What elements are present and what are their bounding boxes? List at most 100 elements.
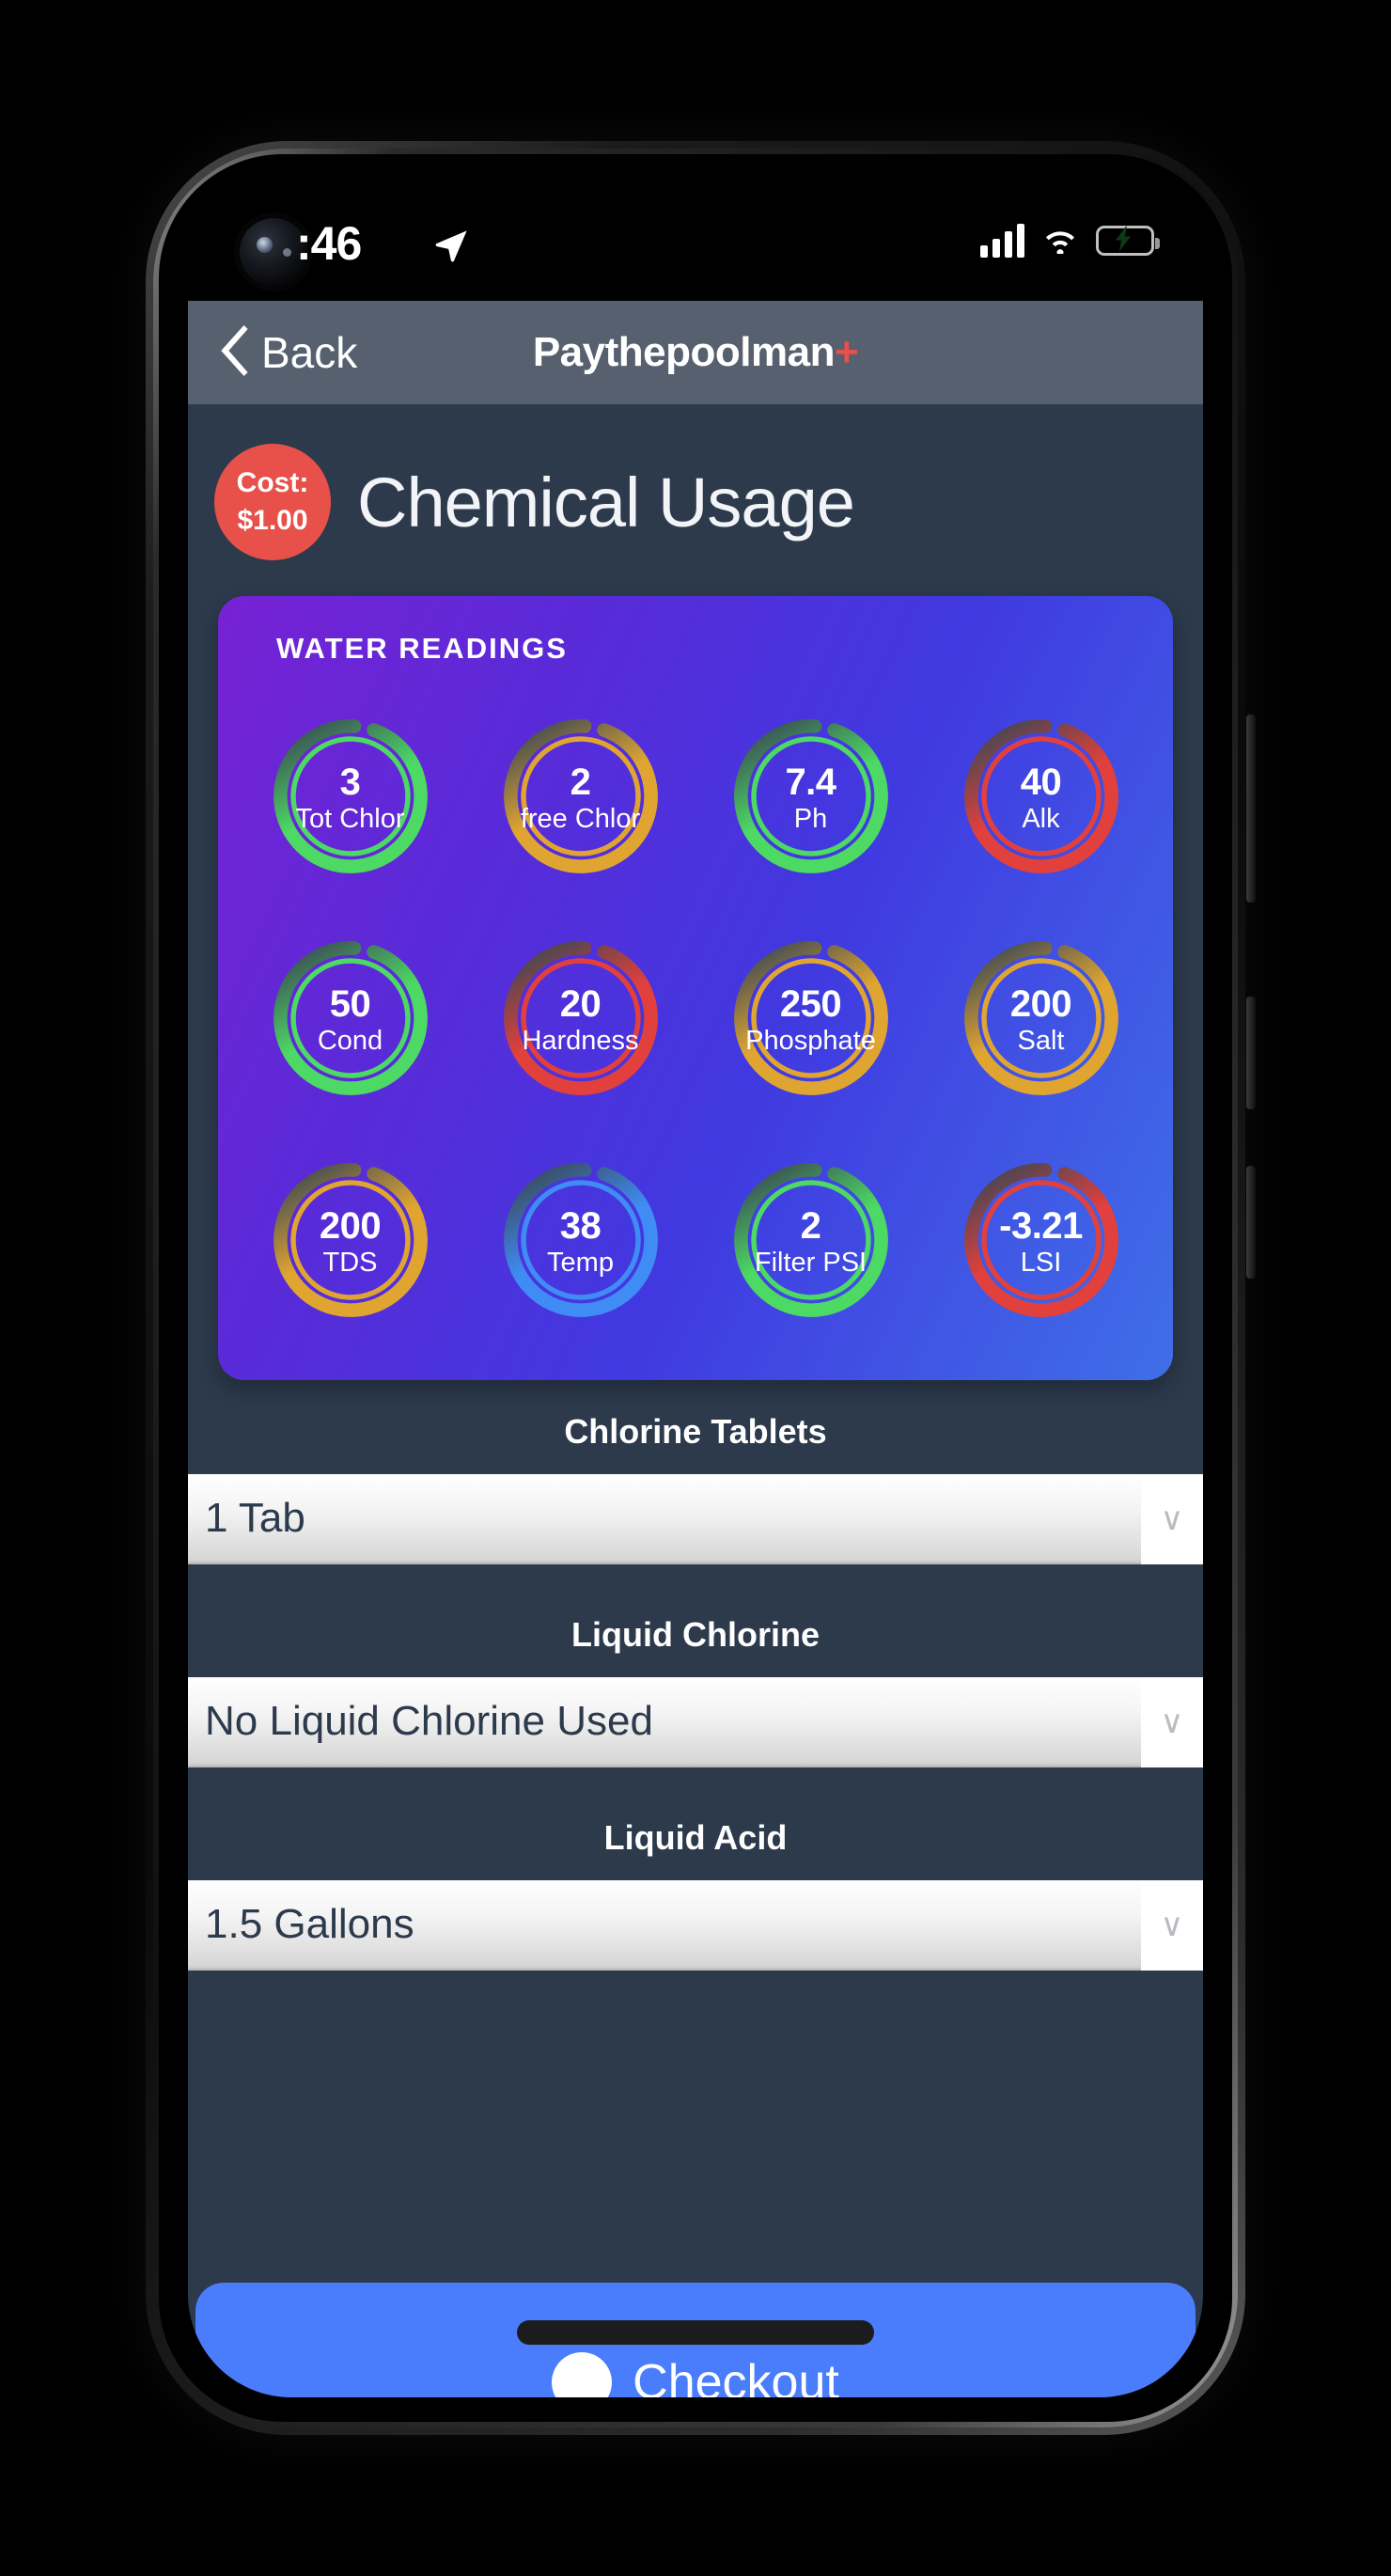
gauge-text: 7.4 Ph [726, 711, 897, 882]
gauge-label: LSI [1020, 1248, 1062, 1279]
gauge-text: 3 Tot Chlor [265, 711, 436, 882]
select-value-liquid-chlorine: No Liquid Chlorine Used [205, 1698, 653, 1744]
chevron-down-icon[interactable]: ∨ [1141, 1677, 1203, 1767]
chevron-left-icon [220, 324, 252, 381]
wifi-icon [1039, 222, 1081, 259]
navigation-bar: Back Paythepoolman+ [188, 301, 1203, 404]
gauge-value: 200 [319, 1205, 382, 1248]
select-face[interactable]: No Liquid Chlorine Used [188, 1677, 1141, 1767]
gauge-text: 20 Hardness [495, 933, 666, 1104]
select-liquid-chlorine[interactable]: No Liquid Chlorine Used ∨ [188, 1677, 1203, 1767]
gauge-value: 2 [800, 1205, 821, 1248]
water-readings-card: WATER READINGS 3 Tot Chlor 2 free Chlor 7.4 P… [218, 596, 1173, 1380]
gauge-cond[interactable]: 50 Cond [235, 910, 465, 1126]
checkout-label: Checkout [633, 2355, 839, 2397]
app-title-plus: + [834, 329, 859, 375]
select-chlorine-tablets[interactable]: 1 Tab ∨ [188, 1474, 1203, 1564]
power-button[interactable] [1246, 715, 1256, 903]
select-value-chlorine-tablets: 1 Tab [205, 1495, 305, 1541]
gauge-value: 50 [329, 983, 371, 1026]
gauge-text: 2 Filter PSI [726, 1154, 897, 1326]
gauge-dial: 3 Tot Chlor [265, 711, 436, 882]
gauge-ph[interactable]: 7.4 Ph [696, 688, 926, 904]
gauge-value: 250 [779, 983, 842, 1026]
select-liquid-acid[interactable]: 1.5 Gallons ∨ [188, 1880, 1203, 1971]
gauge-filter-psi[interactable]: 2 Filter PSI [696, 1132, 926, 1348]
select-face[interactable]: 1.5 Gallons [188, 1880, 1141, 1971]
gauge-label: Salt [1017, 1026, 1065, 1057]
chevron-down-icon[interactable]: ∨ [1141, 1474, 1203, 1564]
gauge-value: 38 [559, 1205, 602, 1248]
app-title-text: Paythepoolman [532, 329, 836, 375]
gauge-text: 50 Cond [265, 933, 436, 1104]
gauge-dial: 2 Filter PSI [726, 1154, 897, 1326]
page-header: Cost: $1.00 Chemical Usage [188, 404, 1203, 596]
cost-badge: Cost: $1.00 [214, 444, 331, 560]
battery-charging-icon [1096, 225, 1160, 256]
gauge-value: 2 [570, 762, 591, 804]
gauge-text: 2 free Chlor [495, 711, 666, 882]
page-title: Chemical Usage [357, 463, 855, 542]
circle-icon [552, 2352, 613, 2397]
select-value-liquid-acid: 1.5 Gallons [205, 1901, 414, 1947]
gauge-text: 200 Salt [956, 933, 1127, 1104]
page-content: Cost: $1.00 Chemical Usage WATER READING… [188, 404, 1203, 2397]
status-time: :46 [296, 217, 362, 270]
gauge-label: Cond [317, 1026, 383, 1057]
gauge-label: TDS [322, 1248, 378, 1279]
gauge-phosphate[interactable]: 250 Phosphate [696, 910, 926, 1126]
gauge-lsi[interactable]: -3.21 LSI [926, 1132, 1156, 1348]
gauge-label: free Chlor [520, 804, 641, 835]
bottom-action-bar: Checkout [188, 2283, 1203, 2397]
gauge-text: -3.21 LSI [956, 1154, 1127, 1326]
gauge-dial: 38 Temp [495, 1154, 666, 1326]
field-label-liquid-acid: Liquid Acid [603, 1818, 788, 1857]
gauge-label: Tot Chlor [295, 804, 405, 835]
gauge-dial: -3.21 LSI [956, 1154, 1127, 1326]
gauge-text: 38 Temp [495, 1154, 666, 1326]
field-spacer [188, 1767, 1203, 1786]
gauge-dial: 7.4 Ph [726, 711, 897, 882]
gauge-value: 40 [1020, 762, 1062, 804]
gauge-label: Temp [547, 1248, 614, 1279]
status-bar: :46 [188, 179, 1203, 301]
gauge-salt[interactable]: 200 Salt [926, 910, 1156, 1126]
gauge-label: Hardness [522, 1026, 639, 1057]
gauge-dial: 200 TDS [265, 1154, 436, 1326]
gauge-label: Ph [793, 804, 828, 835]
back-button[interactable]: Back [188, 324, 358, 381]
gauge-value: 200 [1009, 983, 1072, 1026]
gauge-label: Alk [1022, 804, 1060, 835]
cost-label: Cost: [236, 466, 309, 498]
field-spacer [188, 1564, 1203, 1583]
gauge-tot-chlor[interactable]: 3 Tot Chlor [235, 688, 465, 904]
phone-screen: :46 Back Paythepoolman+ Cost: $1.00 Chem… [188, 179, 1203, 2397]
gauge-dial: 250 Phosphate [726, 933, 897, 1104]
gauge-value: -3.21 [999, 1205, 1083, 1248]
gauge-hardness[interactable]: 20 Hardness [465, 910, 696, 1126]
gauge-dial: 40 Alk [956, 711, 1127, 882]
fields-container: Chlorine Tablets 1 Tab ∨ Liquid Chlorine No … [188, 1380, 1203, 1989]
select-face[interactable]: 1 Tab [188, 1474, 1141, 1564]
gauge-dial: 2 free Chlor [495, 711, 666, 882]
gauge-dial: 50 Cond [265, 933, 436, 1104]
volume-up-button[interactable] [1246, 997, 1256, 1109]
gauge-temp[interactable]: 38 Temp [465, 1132, 696, 1348]
gauge-text: 250 Phosphate [726, 933, 897, 1104]
back-label: Back [261, 328, 358, 377]
status-icons [980, 222, 1160, 259]
cellular-signal-icon [980, 223, 1024, 258]
home-indicator[interactable] [517, 2320, 874, 2345]
gauge-tds[interactable]: 200 TDS [235, 1132, 465, 1348]
gauge-text: 40 Alk [956, 711, 1127, 882]
gauge-label: Filter PSI [754, 1248, 867, 1279]
volume-down-button[interactable] [1246, 1166, 1256, 1279]
location-arrow-icon [432, 228, 470, 270]
chevron-down-icon[interactable]: ∨ [1141, 1880, 1203, 1971]
field-spacer [188, 1971, 1203, 1989]
gauge-alk[interactable]: 40 Alk [926, 688, 1156, 904]
gauge-dial: 200 Salt [956, 933, 1127, 1104]
gauge-free-chlor[interactable]: 2 free Chlor [465, 688, 696, 904]
gauge-label: Phosphate [745, 1026, 876, 1057]
cost-amount: $1.00 [237, 505, 308, 536]
